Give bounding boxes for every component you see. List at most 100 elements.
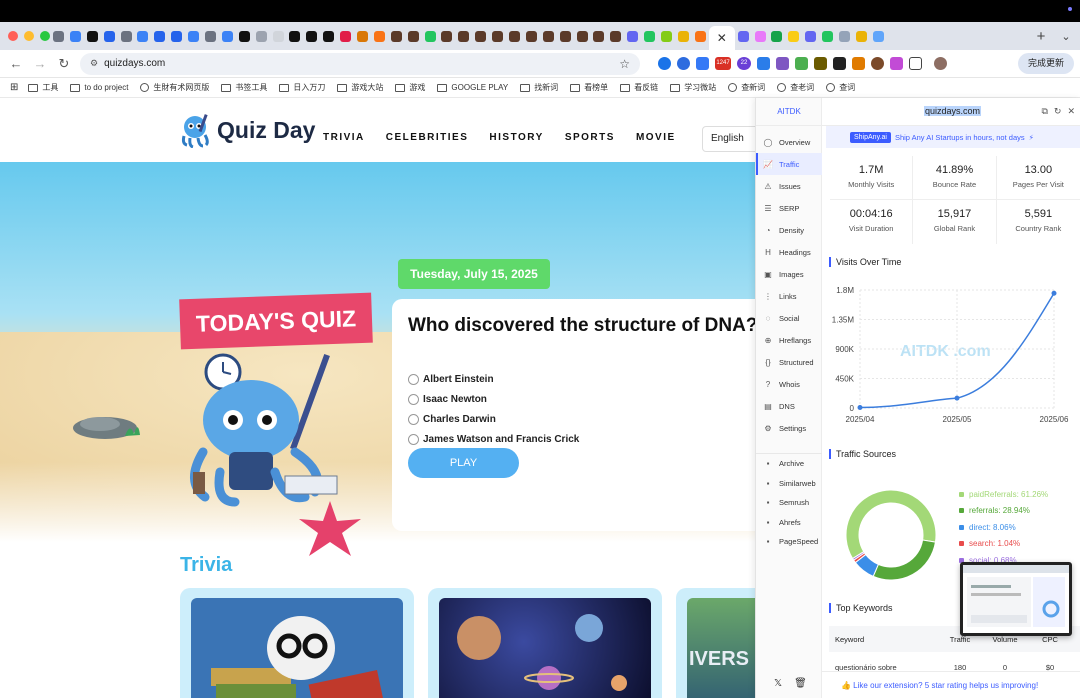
- menu-item-social[interactable]: ◌ Social: [756, 307, 822, 329]
- cookie-extension-icon[interactable]: [871, 57, 884, 70]
- active-browser-tab[interactable]: ✕: [708, 26, 735, 50]
- bookmark-item[interactable]: 学习微站: [670, 82, 716, 93]
- menu-item-whois[interactable]: ? Whois: [756, 373, 822, 395]
- browser-tab[interactable]: [219, 26, 236, 46]
- rating-footer[interactable]: 👍 Like our extension? 5 star rating help…: [822, 671, 1080, 698]
- extensions-puzzle-icon[interactable]: [909, 57, 922, 70]
- bookmark-item[interactable]: 工具: [28, 82, 58, 93]
- browser-tab[interactable]: [752, 26, 769, 46]
- color-extension-icon[interactable]: [890, 57, 903, 70]
- update-button[interactable]: 完成更新: [1017, 53, 1074, 74]
- tag-extension-icon[interactable]: [814, 57, 827, 70]
- browser-tab[interactable]: [253, 26, 270, 46]
- counter-extension-icon[interactable]: 22: [737, 57, 751, 70]
- browser-tab[interactable]: [320, 26, 337, 46]
- browser-tab[interactable]: [118, 26, 135, 46]
- category-card-universal[interactable]: IVERS: [676, 588, 755, 698]
- browser-tab[interactable]: [202, 26, 219, 46]
- browser-tab[interactable]: [607, 26, 624, 46]
- data-point[interactable]: [954, 395, 960, 401]
- bookmark-item[interactable]: 看榜单: [570, 82, 608, 93]
- terminal-extension-icon[interactable]: [833, 57, 846, 70]
- browser-tab[interactable]: [422, 26, 439, 46]
- browser-tab[interactable]: [769, 26, 786, 46]
- screenshot-thumbnail[interactable]: [960, 562, 1072, 636]
- tools-extension-icon[interactable]: [776, 57, 789, 70]
- profile-avatar[interactable]: [934, 57, 947, 70]
- browser-tab[interactable]: [405, 26, 422, 46]
- language-select[interactable]: English: [702, 126, 755, 152]
- bookmark-item[interactable]: 查词: [826, 82, 855, 93]
- menu-item-headings[interactable]: H Headings: [756, 241, 822, 263]
- browser-tab[interactable]: [472, 26, 489, 46]
- bookmark-item[interactable]: 查老词: [777, 82, 814, 93]
- quiz-option[interactable]: Charles Darwin: [408, 409, 579, 429]
- minimize-window-button[interactable]: [24, 31, 34, 41]
- browser-tab[interactable]: [557, 26, 574, 46]
- browser-tab[interactable]: [354, 26, 371, 46]
- browser-tab[interactable]: [168, 26, 185, 46]
- play-button[interactable]: PLAY: [408, 448, 519, 478]
- quiz-option[interactable]: Isaac Newton: [408, 389, 579, 409]
- browser-tab[interactable]: [489, 26, 506, 46]
- site-info-icon[interactable]: ⚙: [90, 58, 98, 69]
- browser-tab[interactable]: [506, 26, 523, 46]
- nav-link-trivia[interactable]: TRIVIA: [323, 132, 365, 143]
- browser-tab[interactable]: [735, 26, 752, 46]
- nav-link-sports[interactable]: SPORTS: [565, 132, 615, 143]
- promo-banner[interactable]: ShipAny.ai Ship Any AI Startups in hours…: [826, 126, 1080, 148]
- menu-item-issues[interactable]: ⚠ Issues: [756, 175, 822, 197]
- radio-button[interactable]: [408, 393, 419, 405]
- browser-tab[interactable]: [692, 26, 709, 46]
- browser-tab[interactable]: [67, 26, 84, 46]
- radio-button[interactable]: [408, 433, 419, 445]
- browser-tab[interactable]: [641, 26, 658, 46]
- menu-item-hreflangs[interactable]: ⊕ Hreflangs: [756, 329, 822, 351]
- category-card-space[interactable]: [428, 588, 662, 698]
- reload-icon[interactable]: ↻: [52, 56, 76, 72]
- browser-tab[interactable]: [624, 26, 641, 46]
- close-window-button[interactable]: [8, 31, 18, 41]
- menu-item-links[interactable]: ⋮ Links: [756, 285, 822, 307]
- browser-tab[interactable]: [574, 26, 591, 46]
- bookmark-item[interactable]: 游戏: [395, 82, 425, 93]
- nav-link-history[interactable]: HISTORY: [489, 132, 543, 143]
- badge-extension-icon[interactable]: 1247: [715, 57, 731, 70]
- browser-tab[interactable]: [84, 26, 101, 46]
- site-logo[interactable]: Quiz Day: [178, 112, 315, 148]
- bookmark-star-icon[interactable]: ☆: [619, 57, 630, 71]
- nav-link-movie[interactable]: MOVIE: [636, 132, 676, 143]
- menu-item-images[interactable]: ▣ Images: [756, 263, 822, 285]
- menu-item-structured[interactable]: {} Structured: [756, 351, 822, 373]
- browser-tab[interactable]: [371, 26, 388, 46]
- copy-icon[interactable]: ⧉: [1041, 106, 1047, 117]
- browser-tab[interactable]: [675, 26, 692, 46]
- menu-item-dns[interactable]: ▤ DNS: [756, 395, 822, 417]
- link-item-archive[interactable]: ▪ Archive: [756, 454, 822, 474]
- data-point[interactable]: [857, 404, 863, 410]
- close-icon[interactable]: ✕: [1067, 106, 1075, 117]
- back-icon[interactable]: ←: [4, 56, 28, 71]
- menu-item-traffic[interactable]: 📈 Traffic: [756, 153, 822, 175]
- browser-tab[interactable]: [236, 26, 253, 46]
- forward-icon[interactable]: →: [28, 56, 52, 71]
- browser-tab[interactable]: [853, 26, 870, 46]
- bookmark-item[interactable]: 查新词: [728, 82, 765, 93]
- lamp-extension-icon[interactable]: [852, 57, 865, 70]
- browser-tab[interactable]: [303, 26, 320, 46]
- trash-icon[interactable]: 🗑: [794, 678, 807, 689]
- bookmark-item[interactable]: to do project: [70, 83, 128, 92]
- browser-tab[interactable]: [151, 26, 168, 46]
- category-card-books[interactable]: [180, 588, 414, 698]
- link-item-ahrefs[interactable]: ▪ Ahrefs: [756, 513, 822, 533]
- bookmark-item[interactable]: 书签工具: [221, 82, 267, 93]
- refresh-icon[interactable]: ↻: [1054, 106, 1062, 117]
- aitdk-brand[interactable]: AITDK: [756, 98, 822, 126]
- browser-tab[interactable]: [134, 26, 151, 46]
- browser-tab[interactable]: [802, 26, 819, 46]
- apps-grid-icon[interactable]: ⊞: [10, 82, 18, 93]
- text-extension-icon[interactable]: [795, 57, 808, 70]
- cloud-extension-icon[interactable]: [658, 57, 671, 70]
- radio-button[interactable]: [408, 413, 419, 425]
- browser-tab[interactable]: [185, 26, 202, 46]
